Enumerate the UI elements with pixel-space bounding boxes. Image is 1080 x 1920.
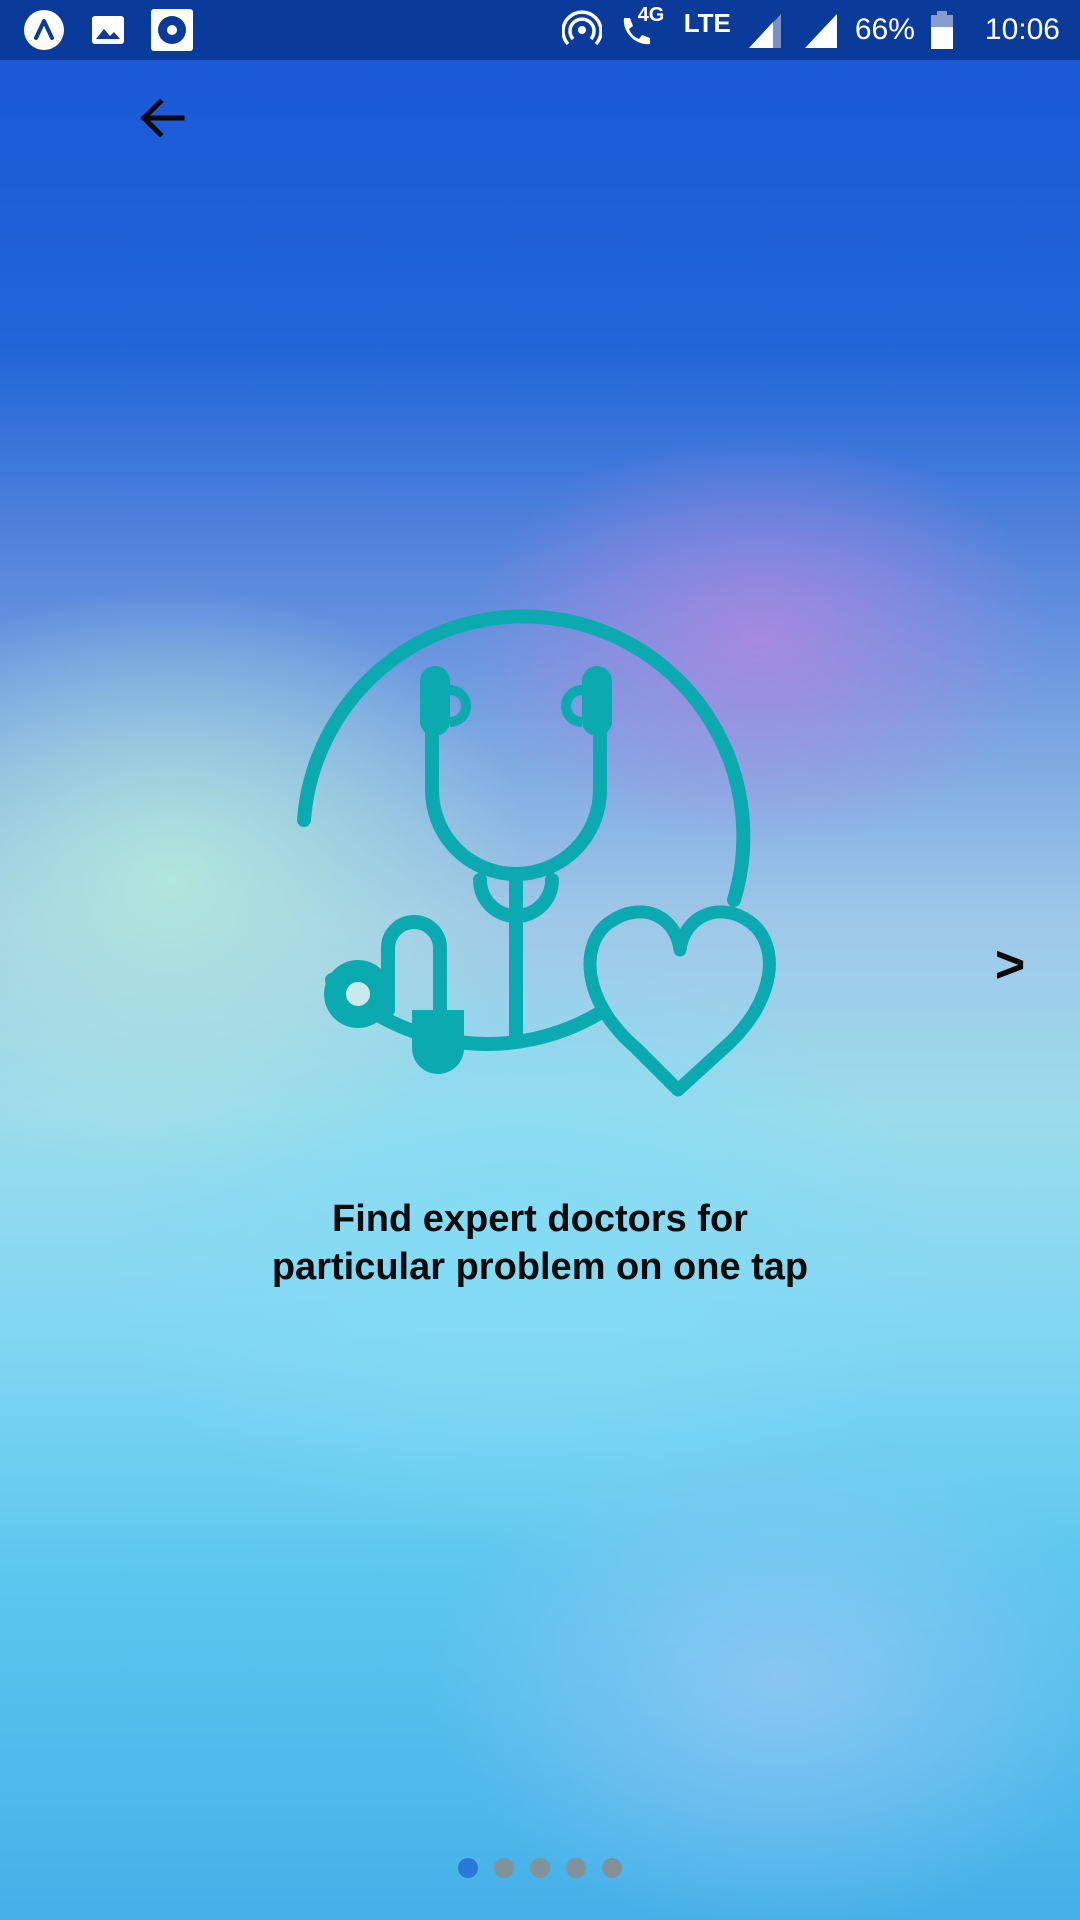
page-dot-1[interactable] [458,1858,478,1878]
status-right-icons: 4G LTE 66% 10:06 [560,4,1060,52]
caption-line-1: Find expert doctors for [332,1198,748,1240]
caption-line-2: particular problem on one tap [271,1246,809,1288]
network-type-label: LTE [683,7,731,38]
page-dot-4[interactable] [566,1858,586,1878]
record-icon [150,8,194,52]
app-a-icon [22,8,66,52]
slide-caption: Find expert doctors for particular probl… [140,1195,940,1291]
page-dot-2[interactable] [494,1858,514,1878]
page-dot-5[interactable] [602,1858,622,1878]
hotspot-icon [560,8,604,52]
battery-percent: 66% [854,13,915,46]
clock-time: 10:06 [984,13,1060,46]
image-icon [86,8,130,52]
wifi-call-icon: 4G [616,4,672,52]
onboarding-screen: 4G LTE 66% 10:06 > Find expert doctors f… [0,0,1080,1920]
status-bar: 4G LTE 66% 10:06 [0,0,1080,60]
page-indicator [0,1858,1080,1878]
signal-icon [743,8,787,52]
arrow-left-icon [140,98,185,138]
battery-icon [927,8,957,52]
back-button[interactable] [132,90,192,146]
status-left-icons [22,8,194,52]
next-button[interactable]: > [980,935,1040,995]
call-network-label: 4G [637,4,665,26]
stethoscope-heart-icon [280,580,800,1100]
page-dot-3[interactable] [530,1858,550,1878]
signal-full-icon [799,8,843,52]
